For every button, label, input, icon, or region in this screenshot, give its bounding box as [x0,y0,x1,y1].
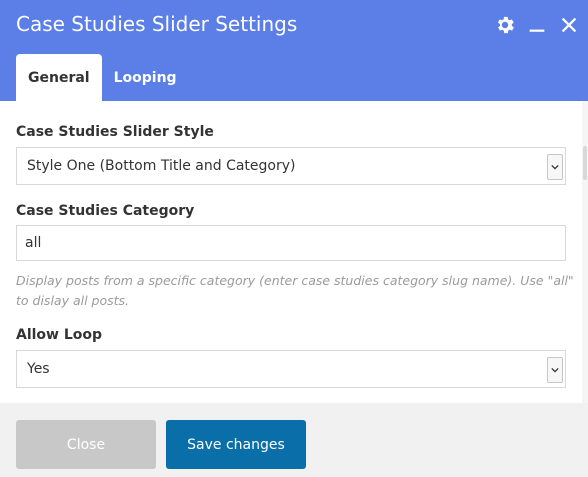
minimize-icon[interactable] [526,14,548,36]
panel-scrollbar[interactable] [582,101,588,403]
dialog-header: Case Studies Slider Settings General Loo… [0,0,588,101]
close-button[interactable]: Close [16,420,156,469]
category-hint: Display posts from a specific category (… [16,273,574,308]
chevron-down-icon [547,154,563,180]
category-value: all [25,235,42,251]
allow-loop-value: Yes [27,361,50,377]
allow-loop-select[interactable]: Yes [16,350,566,388]
gear-icon[interactable] [494,14,516,36]
scrollbar-thumb[interactable] [583,146,587,180]
chevron-down-icon [547,357,563,383]
tab-looping[interactable]: Looping [102,54,189,101]
slider-style-value: Style One (Bottom Title and Category) [27,158,296,174]
close-icon[interactable] [558,14,580,36]
tab-bar: General Looping [16,54,189,101]
allow-loop-label: Allow Loop [16,327,103,343]
category-input[interactable]: all [16,225,566,261]
slider-style-label: Case Studies Slider Style [16,124,214,140]
save-changes-button[interactable]: Save changes [166,420,306,469]
tab-general[interactable]: General [16,54,102,101]
category-label: Case Studies Category [16,203,195,219]
slider-style-select[interactable]: Style One (Bottom Title and Category) [16,147,566,185]
header-icons [494,14,580,36]
dialog-title: Case Studies Slider Settings [16,12,298,36]
